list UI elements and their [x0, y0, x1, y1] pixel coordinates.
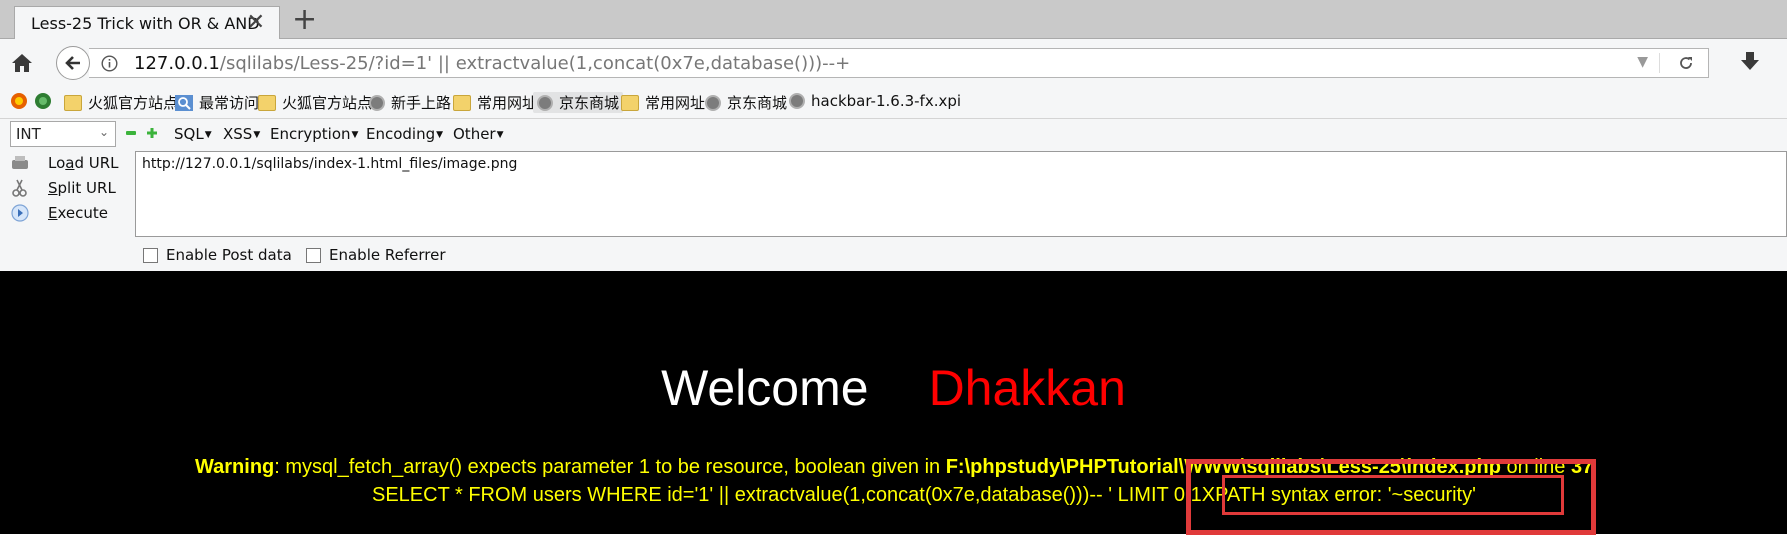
execute-label-b: xecute — [57, 204, 108, 222]
firefox-logo-icon[interactable] — [10, 92, 28, 110]
type-select-value: INT — [16, 125, 41, 143]
enable-post-label: Enable Post data — [166, 246, 292, 264]
chevron-down-icon: ⌄ — [98, 125, 109, 139]
bookmark-label: 火狐官方站点 — [88, 94, 179, 112]
navigation-bar: 127.0.0.1/sqlilabs/Less-25/?id=1' || ext… — [0, 39, 1787, 87]
globe-icon — [705, 94, 721, 111]
bookmark-item[interactable]: 京东商城 — [533, 92, 624, 113]
name-text: Dhakkan — [928, 360, 1126, 416]
menu-label: Encoding — [366, 125, 436, 143]
bookmark-item[interactable]: 常用网址 — [621, 92, 705, 113]
welcome-heading: Welcome Dhakkan — [0, 359, 1787, 417]
plus-icon[interactable] — [146, 127, 158, 139]
execute-button[interactable]: Execute — [10, 203, 108, 223]
menu-label: SQL — [174, 125, 204, 143]
caret-down-icon: ▼ — [204, 130, 212, 140]
bookmark-label: 京东商城 — [559, 94, 620, 112]
globe-icon — [789, 93, 805, 109]
bookmark-label: 火狐官方站点 — [282, 94, 373, 112]
url-path: /sqlilabs/Less-25/?id=1' || extractvalue… — [219, 53, 851, 74]
folder-icon — [453, 94, 471, 111]
menu-label: XSS — [223, 125, 253, 143]
caret-down-icon: ▼ — [496, 130, 504, 140]
caret-down-icon: ▼ — [436, 130, 444, 140]
welcome-text: Welcome — [661, 360, 869, 416]
bookmark-item[interactable]: 火狐官方站点 — [64, 92, 178, 113]
url-text[interactable]: 127.0.0.1/sqlilabs/Less-25/?id=1' || ext… — [134, 53, 850, 74]
split-url-label-b: plit URL — [57, 179, 116, 197]
bookmark-item[interactable]: 常用网址 — [453, 92, 537, 113]
folder-icon — [64, 94, 82, 111]
bookmark-item[interactable]: 新手上路 — [369, 92, 451, 113]
menu-encryption[interactable]: Encryption▼ — [270, 125, 358, 143]
home-icon[interactable] — [10, 51, 34, 75]
caret-down-icon: ▼ — [351, 130, 359, 140]
enable-referrer-label: Enable Referrer — [329, 246, 446, 264]
info-icon[interactable] — [101, 55, 118, 72]
bookmark-item[interactable]: 京东商城 — [705, 92, 787, 113]
minus-icon[interactable] — [126, 131, 136, 135]
search-icon — [175, 94, 193, 111]
split-url-button[interactable]: Split URL — [10, 178, 116, 198]
checkbox-box[interactable] — [143, 247, 158, 263]
new-tab-icon[interactable]: + — [292, 4, 317, 36]
url-separator — [1659, 53, 1660, 73]
hackbar: INT ⌄ SQL▼ XSS▼ Encryption▼ Encoding▼ Ot… — [0, 119, 1787, 271]
bookmark-item[interactable]: 火狐官方站点 — [258, 92, 372, 113]
highlight-box-inner — [1222, 475, 1564, 515]
tab-active[interactable]: Less-25 Trick with OR & AND ✕ — [14, 6, 280, 40]
bookmark-label: 常用网址 — [645, 94, 706, 112]
load-icon — [12, 156, 28, 169]
warning-text: : mysql_fetch_array() expects parameter … — [274, 456, 946, 478]
play-icon — [11, 204, 29, 222]
dropdown-arrow-icon[interactable]: ▼ — [1637, 54, 1648, 70]
scissors-icon — [12, 179, 27, 197]
shield-icon[interactable] — [34, 92, 52, 110]
bookmark-item[interactable]: 最常访问 — [175, 92, 259, 113]
bookmark-item[interactable]: hackbar-1.6.3-fx.xpi — [789, 92, 961, 110]
tab-title: Less-25 Trick with OR & AND — [31, 14, 260, 33]
menu-label: Encryption — [270, 125, 351, 143]
folder-icon — [621, 94, 639, 111]
back-arrow-icon — [65, 56, 80, 70]
menu-xss[interactable]: XSS▼ — [223, 125, 260, 143]
globe-icon — [369, 94, 385, 111]
menu-encoding[interactable]: Encoding▼ — [366, 125, 443, 143]
load-url-button[interactable]: Load URL — [10, 153, 119, 173]
bookmark-label: 最常访问 — [199, 94, 260, 112]
close-tab-icon[interactable]: ✕ — [247, 12, 265, 34]
page-content: Welcome Dhakkan Warning: mysql_fetch_arra… — [0, 271, 1787, 535]
back-button[interactable] — [56, 46, 90, 80]
download-icon[interactable] — [1740, 51, 1760, 73]
type-select[interactable]: INT ⌄ — [10, 121, 116, 147]
load-url-label-c: d URL — [74, 154, 119, 172]
warning-label: Warning — [195, 456, 275, 478]
bookmarks-bar: 火狐官方站点 最常访问 火狐官方站点 新手上路 常用网址 京东商城 常用网址 京… — [0, 87, 1787, 119]
url-bar[interactable]: 127.0.0.1/sqlilabs/Less-25/?id=1' || ext… — [89, 48, 1709, 78]
url-host: 127.0.0.1 — [134, 53, 220, 74]
bookmark-label: 新手上路 — [391, 94, 452, 112]
bookmark-label: 京东商城 — [727, 94, 788, 112]
reload-icon[interactable] — [1678, 55, 1694, 71]
caret-down-icon: ▼ — [253, 130, 261, 140]
globe-icon — [537, 94, 553, 111]
menu-label: Other — [453, 125, 496, 143]
menu-other[interactable]: Other▼ — [453, 125, 504, 143]
checkbox-box[interactable] — [306, 247, 321, 263]
load-url-label-a: Lo — [48, 154, 66, 172]
tab-strip: Less-25 Trick with OR & AND ✕ + — [0, 0, 1787, 40]
hackbar-url-textarea[interactable]: http://127.0.0.1/sqlilabs/index-1.html_f… — [135, 151, 1787, 237]
enable-post-checkbox[interactable]: Enable Post data — [143, 246, 292, 264]
enable-referrer-checkbox[interactable]: Enable Referrer — [306, 246, 445, 264]
folder-icon — [258, 94, 276, 111]
query-text: SELECT * FROM users WHERE id='1' || extr… — [372, 484, 1202, 506]
split-url-label-a: S — [48, 179, 58, 197]
menu-sql[interactable]: SQL▼ — [174, 125, 212, 143]
bookmark-label: hackbar-1.6.3-fx.xpi — [811, 92, 962, 110]
bookmark-label: 常用网址 — [477, 94, 538, 112]
